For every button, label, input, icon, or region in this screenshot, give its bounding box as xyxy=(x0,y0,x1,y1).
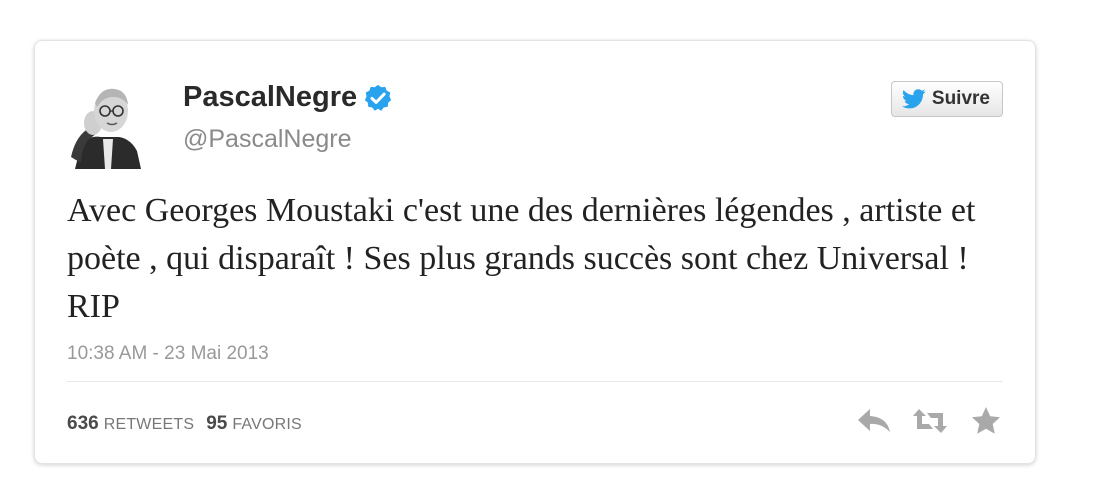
display-name-row[interactable]: PascalNegre xyxy=(183,81,393,114)
follow-button[interactable]: Suivre xyxy=(890,81,1003,117)
reply-icon[interactable] xyxy=(855,405,893,437)
divider xyxy=(67,381,1003,382)
avatar-photo xyxy=(67,79,143,169)
tweet-card: PascalNegre @PascalNegre Suivre Avec Geo… xyxy=(34,40,1036,464)
verified-badge-icon xyxy=(365,84,392,111)
screen-name[interactable]: @PascalNegre xyxy=(183,125,352,154)
favorites-label[interactable]: FAVORIS xyxy=(232,416,302,434)
tweet-stats: 636 RETWEETS 95 FAVORIS xyxy=(67,413,302,435)
display-name[interactable]: PascalNegre xyxy=(183,81,357,114)
favorites-count[interactable]: 95 xyxy=(206,413,227,435)
twitter-bird-icon xyxy=(901,89,926,109)
retweets-count[interactable]: 636 xyxy=(67,413,99,435)
follow-label: Suivre xyxy=(931,88,990,109)
avatar[interactable] xyxy=(67,79,143,169)
tweet-text: Avec Georges Moustaki c'est une des dern… xyxy=(67,192,976,325)
retweet-icon[interactable] xyxy=(911,405,949,437)
timestamp[interactable]: 10:38 AM - 23 Mai 2013 xyxy=(67,343,269,365)
retweets-label[interactable]: RETWEETS xyxy=(104,416,195,434)
star-icon[interactable] xyxy=(967,405,1005,437)
tweet-actions xyxy=(855,405,1005,437)
